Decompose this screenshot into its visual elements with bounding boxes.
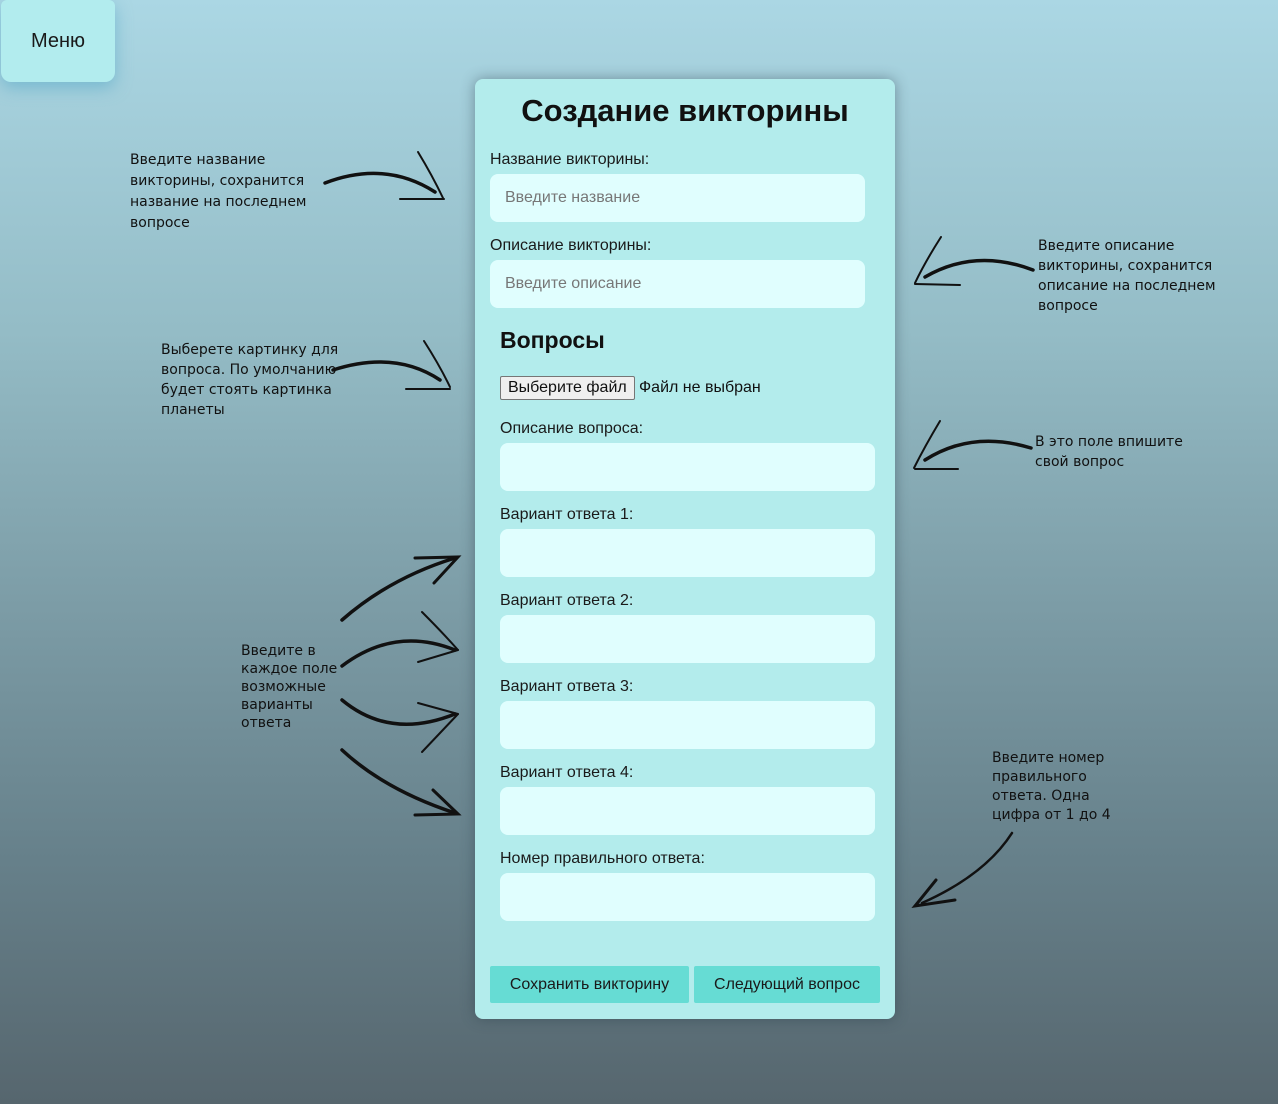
hint-name: Введите название викторины, сохранится н… <box>130 152 307 231</box>
quiz-description-input[interactable] <box>490 260 865 308</box>
answer1-input[interactable] <box>500 529 875 577</box>
arrow-answer3-head-top <box>417 702 459 715</box>
question-description-label: Описание вопроса: <box>500 420 644 437</box>
arrow-answer3-shaft <box>340 698 457 726</box>
answer2-label: Вариант ответа 2: <box>500 592 634 609</box>
quiz-form-card: Создание викторины Название викторины: О… <box>475 79 895 1019</box>
arrow-image-shaft <box>331 360 442 382</box>
quiz-name-input[interactable] <box>490 174 865 222</box>
arrow-answer2-head-bottom <box>417 649 459 663</box>
answer3-input[interactable] <box>500 701 875 749</box>
arrow-answer2-shaft <box>340 639 457 668</box>
hint-answers: Введите в каждое поле возможные варианты… <box>241 643 338 731</box>
correct-answer-input[interactable] <box>500 873 875 921</box>
quiz-description-label: Описание викторины: <box>490 237 652 254</box>
answer4-label: Вариант ответа 4: <box>500 764 634 781</box>
hint-description: Введите описание викторины, сохранится о… <box>1038 238 1216 314</box>
hint-correct: Введите номер правильного ответа. Одна ц… <box>992 750 1111 823</box>
answer1-label: Вариант ответа 1: <box>500 506 634 523</box>
correct-answer-label: Номер правильного ответа: <box>500 850 705 867</box>
question-description-input[interactable] <box>500 443 875 491</box>
arrow-correct-shaft <box>920 831 1014 905</box>
answer2-input[interactable] <box>500 615 875 663</box>
next-question-button[interactable]: Следующий вопрос <box>694 966 880 1003</box>
arrow-answer4-shaft <box>340 748 457 815</box>
answer3-label: Вариант ответа 3: <box>500 678 634 695</box>
hint-question: В это поле впишите свой вопрос <box>1035 434 1183 470</box>
questions-heading: Вопросы <box>500 327 605 353</box>
save-quiz-button[interactable]: Сохранить викторину <box>490 966 689 1003</box>
arrow-desc-head-bottom <box>914 283 961 286</box>
arrow-answer1-shaft <box>340 556 457 622</box>
page-title: Создание викторины <box>521 93 849 128</box>
arrow-question-shaft <box>923 439 1033 462</box>
file-status-text: Файл не выбран <box>639 379 761 396</box>
hint-image: Выберете картинку для вопроса. По умолча… <box>161 342 339 418</box>
choose-file-button[interactable]: Выберите файл <box>500 376 635 400</box>
answer4-input[interactable] <box>500 787 875 835</box>
quiz-name-label: Название викторины: <box>490 151 650 168</box>
arrow-question-head-top <box>913 420 941 469</box>
arrow-name-shaft <box>323 171 437 194</box>
arrow-correct-head <box>911 878 957 909</box>
arrow-desc-shaft <box>923 258 1035 279</box>
